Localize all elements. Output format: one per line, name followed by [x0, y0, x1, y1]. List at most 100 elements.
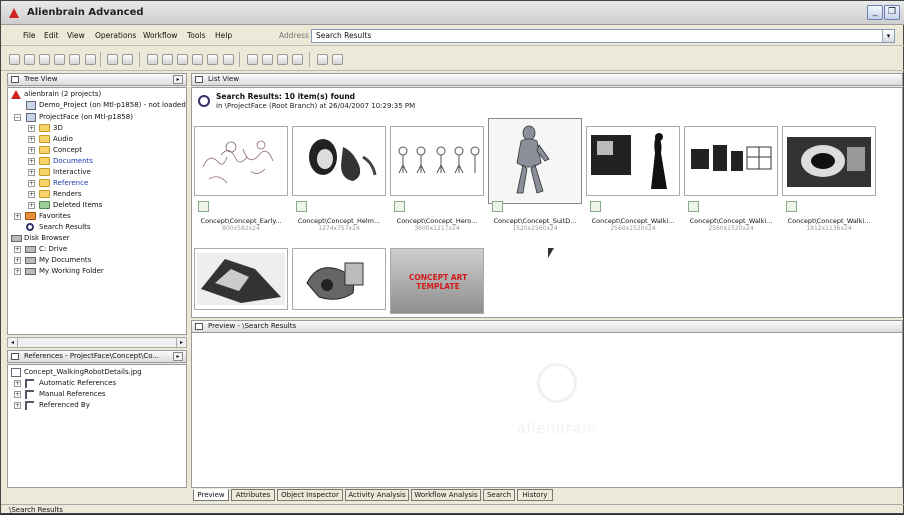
tree-node-c-drive[interactable]: + C: Drive	[14, 244, 67, 255]
expand-icon[interactable]: +	[28, 136, 35, 143]
menu-help[interactable]: Help	[215, 31, 232, 40]
expand-icon[interactable]: +	[14, 380, 21, 387]
copy-icon[interactable]	[107, 54, 118, 65]
reference-automatic[interactable]: + Automatic References	[14, 378, 116, 389]
tree-node-reference[interactable]: + Reference	[28, 178, 88, 189]
tree-node-audio[interactable]: + Audio	[28, 134, 73, 145]
thumbnail-item[interactable]: Concept\Concept_Walki... 2560x1520x24	[684, 126, 778, 232]
menu-operations[interactable]: Operations	[95, 31, 136, 40]
expand-icon[interactable]: +	[14, 402, 21, 409]
view-icon[interactable]	[223, 54, 234, 65]
tree-node-demo-project[interactable]: Demo_Project (on Mtl-p1858) - not loaded	[26, 100, 186, 111]
filter-icon[interactable]	[277, 54, 288, 65]
tab-history[interactable]: History	[517, 489, 553, 501]
tree-node-alienbrain[interactable]: alienbrain (2 projects)	[11, 89, 101, 100]
menu-edit[interactable]: Edit	[44, 31, 59, 40]
expand-icon[interactable]: +	[14, 213, 21, 220]
toolbar	[1, 47, 904, 71]
tree-node-my-working-folder[interactable]: + My Working Folder	[14, 266, 104, 277]
address-dropdown-icon[interactable]: ▾	[882, 30, 894, 42]
tab-attributes[interactable]: Attributes	[231, 489, 275, 501]
expand-icon[interactable]: +	[28, 125, 35, 132]
pane-menu-arrow-icon[interactable]: ▸	[173, 352, 183, 361]
search-dropdown-icon[interactable]	[262, 54, 273, 65]
project-icon	[26, 101, 36, 110]
open-icon[interactable]	[207, 54, 218, 65]
reference-file[interactable]: Concept_WalkingRobotDetails.jpg	[11, 367, 142, 378]
references-title: References - ProjectFace\Concept\Co...	[24, 352, 160, 360]
thumbnail-name: Concept\Concept_Helm...	[297, 217, 381, 225]
expand-icon[interactable]: +	[28, 158, 35, 165]
rename-icon[interactable]	[122, 54, 133, 65]
address-field[interactable]: Search Results ▾	[311, 29, 895, 43]
reference-manual[interactable]: + Manual References	[14, 389, 106, 400]
pane-menu-arrow-icon[interactable]: ▸	[173, 75, 183, 84]
get-latest-icon[interactable]	[9, 54, 20, 65]
tree-node-favorites[interactable]: + Favorites	[14, 211, 71, 222]
tree-node-search-results[interactable]: Search Results	[26, 222, 91, 233]
message-icon[interactable]	[332, 54, 343, 65]
find-icon[interactable]	[247, 54, 258, 65]
tree-node-concept[interactable]: + Concept	[28, 145, 82, 156]
tab-workflow-analysis[interactable]: Workflow Analysis	[411, 489, 481, 501]
tree-view-icon	[11, 76, 19, 83]
tree-horizontal-scrollbar[interactable]: ◂ ▸	[7, 337, 187, 348]
thumbnail-image	[292, 126, 386, 196]
list-view-pane: Search Results: 10 item(s) found in \Pro…	[191, 87, 903, 318]
menu-workflow[interactable]: Workflow	[143, 31, 177, 40]
import-icon[interactable]	[69, 54, 80, 65]
refresh-icon[interactable]	[192, 54, 203, 65]
collapse-icon[interactable]: −	[14, 114, 21, 121]
check-in-icon[interactable]	[39, 54, 50, 65]
search-results-title: Search Results: 10 item(s) found	[216, 92, 356, 101]
thumbnail-item[interactable]: Concept\Concept_Walki... 1912x1136x24	[782, 126, 876, 232]
scroll-right-icon[interactable]: ▸	[176, 338, 186, 347]
thumbnail-item[interactable]: Concept\Concept_Early... 800x582x24	[194, 126, 288, 232]
thumbnail-item[interactable]: Concept\Concept_Hero... 3600x1217x24	[390, 126, 484, 232]
expand-icon[interactable]: +	[28, 147, 35, 154]
tree-node-3d[interactable]: +3D	[28, 123, 63, 134]
menu-file[interactable]: File	[23, 31, 36, 40]
expand-icon[interactable]: +	[14, 246, 21, 253]
history-icon[interactable]	[147, 54, 158, 65]
tab-object-inspector[interactable]: Object Inspector	[277, 489, 343, 501]
menu-tools[interactable]: Tools	[187, 31, 205, 40]
expand-icon[interactable]: +	[28, 202, 35, 209]
favorites-icon	[25, 212, 36, 220]
properties-icon[interactable]	[162, 54, 173, 65]
reference-referenced-by[interactable]: + Referenced By	[14, 400, 90, 411]
expand-icon[interactable]: +	[28, 169, 35, 176]
help-icon[interactable]	[292, 54, 303, 65]
references-icon	[11, 353, 19, 360]
tab-preview[interactable]: Preview	[193, 489, 229, 501]
status-badge	[688, 201, 699, 212]
tree-node-renders[interactable]: + Renders	[28, 189, 82, 200]
expand-icon[interactable]: +	[14, 391, 21, 398]
tree-node-disk-browser[interactable]: Disk Browser	[11, 233, 70, 244]
tab-activity-analysis[interactable]: Activity Analysis	[345, 489, 409, 501]
thumbnail-item[interactable]: Concept\Concept_Helm... 1274x757x24	[292, 126, 386, 232]
tree-node-documents[interactable]: + Documents	[28, 156, 93, 167]
menu-bar: File Edit View Operations Workflow Tools…	[1, 26, 904, 46]
undo-check-out-icon[interactable]	[54, 54, 65, 65]
export-icon[interactable]	[85, 54, 96, 65]
tree-view-title: Tree View	[24, 75, 58, 83]
expand-icon[interactable]: +	[28, 191, 35, 198]
tree-node-deleted-items[interactable]: + Deleted Items	[28, 200, 102, 211]
mail-icon[interactable]	[317, 54, 328, 65]
tree-node-my-documents[interactable]: + My Documents	[14, 255, 91, 266]
thumbnail-item[interactable]: Concept\Concept_SuitD... 1520x2560x24	[488, 118, 582, 232]
check-out-icon[interactable]	[24, 54, 35, 65]
menu-view[interactable]: View	[67, 31, 85, 40]
expand-icon[interactable]: +	[14, 257, 21, 264]
restore-icon[interactable]: ❐	[884, 5, 900, 20]
scroll-left-icon[interactable]: ◂	[8, 338, 18, 347]
thumbnail-item[interactable]: Concept\Concept_Walki... 2560x1520x24	[586, 126, 680, 232]
expand-icon[interactable]: +	[14, 268, 21, 275]
minimize-icon[interactable]: _	[867, 5, 883, 20]
tree-node-projectface[interactable]: − ProjectFace (on Mtl-p1858)	[14, 112, 133, 123]
expand-icon[interactable]: +	[28, 180, 35, 187]
tab-search[interactable]: Search	[483, 489, 515, 501]
new-folder-icon[interactable]	[177, 54, 188, 65]
tree-node-interactive[interactable]: + Interactive	[28, 167, 91, 178]
